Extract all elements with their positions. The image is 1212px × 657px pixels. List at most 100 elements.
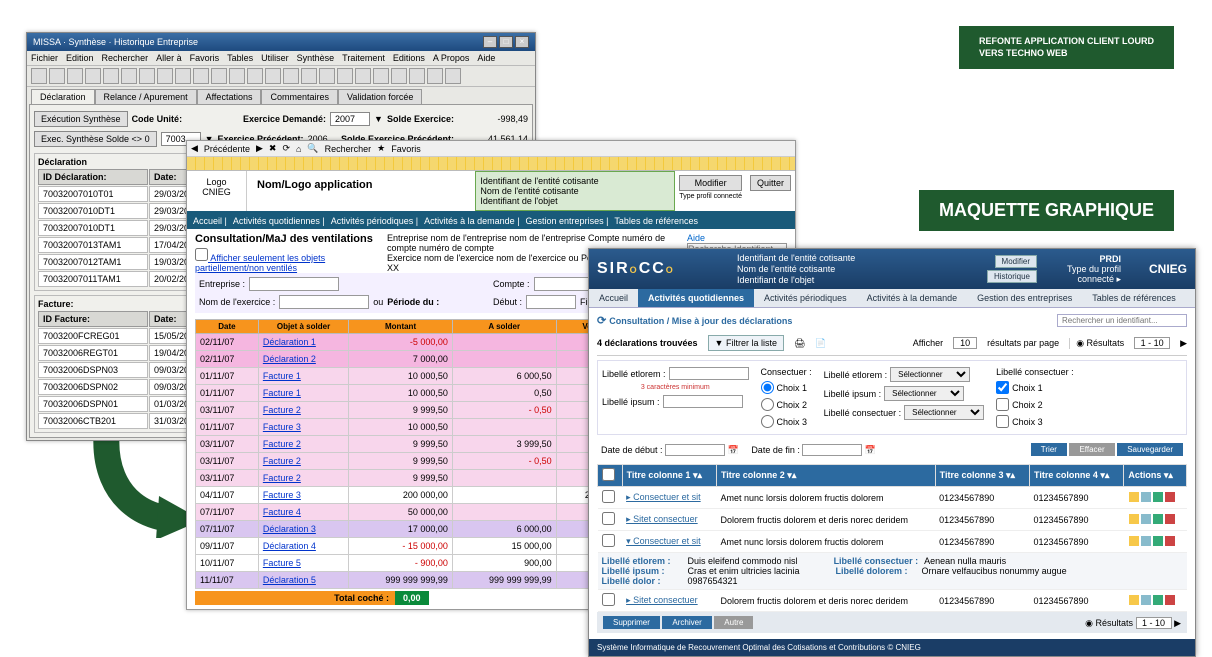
filter-checkbox[interactable]	[195, 248, 208, 261]
tab[interactable]: Validation forcée	[338, 89, 422, 104]
results-range-input[interactable]	[1136, 617, 1172, 629]
toolbar-button[interactable]	[301, 68, 317, 84]
toolbar-button[interactable]	[193, 68, 209, 84]
toolbar-button[interactable]	[445, 68, 461, 84]
search-label[interactable]: Rechercher	[325, 144, 372, 154]
ok-icon[interactable]	[1153, 492, 1163, 502]
modifier-button[interactable]: Modifier	[995, 255, 1037, 268]
edit-icon[interactable]	[1129, 492, 1139, 502]
exec-synthese-button[interactable]: Exécution Synthèse	[34, 111, 128, 127]
row-checkbox[interactable]	[602, 490, 615, 503]
export-icon[interactable]: 📄	[815, 338, 826, 349]
trier-button[interactable]: Trier	[1031, 443, 1067, 456]
toolbar-button[interactable]	[31, 68, 47, 84]
archiver-button[interactable]: Archiver	[662, 616, 711, 629]
toolbar-button[interactable]	[373, 68, 389, 84]
minimize-button[interactable]: –	[483, 36, 497, 48]
col-header[interactable]: Titre colonne 4 ▾▴	[1030, 465, 1124, 487]
menu-item[interactable]: A Propos	[433, 53, 470, 63]
ipsum-input[interactable]	[663, 395, 743, 408]
nav-item[interactable]: Tables de références	[1082, 289, 1186, 307]
nav-item[interactable]: Activités quotidiennes |	[233, 216, 325, 226]
tab[interactable]: Relance / Apurement	[95, 89, 197, 104]
nav-item[interactable]: Activités périodiques |	[331, 216, 418, 226]
menu-item[interactable]: Fichier	[31, 53, 58, 63]
historique-button[interactable]: Historique	[987, 270, 1037, 283]
choix1-radio[interactable]	[761, 381, 774, 394]
calendar-icon[interactable]: 📅	[728, 445, 739, 455]
toolbar-button[interactable]	[265, 68, 281, 84]
entreprise-input[interactable]	[249, 277, 339, 291]
toolbar-button[interactable]	[391, 68, 407, 84]
search-ident-input[interactable]	[1057, 314, 1187, 327]
row-checkbox[interactable]	[602, 534, 615, 547]
menu-item[interactable]: Tables	[227, 53, 253, 63]
col-header[interactable]: Montant	[349, 320, 453, 334]
toolbar-button[interactable]	[139, 68, 155, 84]
tab[interactable]: Commentaires	[261, 89, 338, 104]
date-fin-input[interactable]	[802, 444, 862, 456]
back-label[interactable]: Précédente	[204, 144, 250, 154]
nav-item[interactable]: Tables de références	[614, 216, 698, 226]
chk-choix1[interactable]	[996, 381, 1009, 394]
ok-icon[interactable]	[1153, 595, 1163, 605]
ipsum-select[interactable]: Sélectionner	[884, 386, 964, 401]
autre-button[interactable]: Autre	[714, 616, 753, 629]
sauvegarder-button[interactable]: Sauvegarder	[1117, 443, 1183, 456]
menu-item[interactable]: Edition	[66, 53, 94, 63]
toolbar-button[interactable]	[229, 68, 245, 84]
menu-item[interactable]: Rechercher	[102, 53, 149, 63]
toolbar-button[interactable]	[103, 68, 119, 84]
date-debut-input[interactable]	[665, 444, 725, 456]
toolbar-button[interactable]	[319, 68, 335, 84]
modifier-button[interactable]: Modifier	[679, 175, 742, 191]
maximize-button[interactable]: □	[499, 36, 513, 48]
col-header[interactable]: Objet à solder	[258, 320, 348, 334]
delete-icon[interactable]	[1165, 536, 1175, 546]
menu-item[interactable]: Utiliser	[261, 53, 289, 63]
col-header[interactable]: Actions ▾▴	[1124, 465, 1187, 487]
nav-item[interactable]: Accueil	[589, 289, 638, 307]
etlorem-select[interactable]: Sélectionner	[890, 367, 970, 382]
copy-icon[interactable]	[1141, 514, 1151, 524]
consectuer-select[interactable]: Sélectionner	[904, 405, 984, 420]
menu-item[interactable]: Editions	[393, 53, 425, 63]
print-icon[interactable]: 🖨	[794, 338, 805, 349]
toolbar-button[interactable]	[49, 68, 65, 84]
col-header[interactable]	[598, 465, 623, 487]
profil-label[interactable]: Type du profil connecté ▸	[1043, 264, 1121, 285]
toolbar-button[interactable]	[337, 68, 353, 84]
col1-link[interactable]: ▾ Consectuer et sit	[622, 531, 716, 553]
stop-icon[interactable]: ✖	[269, 143, 277, 154]
home-icon[interactable]: ⌂	[296, 144, 301, 154]
exercice-input[interactable]	[279, 295, 369, 309]
etlorem-input[interactable]	[669, 367, 749, 380]
exercice-demande-field[interactable]: 2007	[330, 112, 370, 126]
col-header[interactable]: Titre colonne 2 ▾▴	[716, 465, 935, 487]
col-header[interactable]: Date	[196, 320, 259, 334]
row-checkbox[interactable]	[602, 593, 615, 606]
col1-link[interactable]: ▸ Sitet consectuer	[622, 590, 716, 612]
back-icon[interactable]: ◀	[191, 143, 198, 154]
filter-list-button[interactable]: ▼ Filtrer la liste	[708, 335, 784, 351]
nav-item[interactable]: Activités périodiques	[754, 289, 857, 307]
col-header[interactable]: Titre colonne 1 ▾▴	[622, 465, 716, 487]
results-range-input[interactable]	[1134, 337, 1170, 349]
chk-choix3[interactable]	[996, 415, 1009, 428]
copy-icon[interactable]	[1141, 595, 1151, 605]
nav-item[interactable]: Gestion des entreprises	[967, 289, 1082, 307]
copy-icon[interactable]	[1141, 492, 1151, 502]
menu-item[interactable]: Aide	[477, 53, 495, 63]
col-header[interactable]: A solder	[452, 320, 556, 334]
chk-choix2[interactable]	[996, 398, 1009, 411]
col1-link[interactable]: ▸ Sitet consectuer	[622, 509, 716, 531]
tab[interactable]: Affectations	[197, 89, 262, 104]
debut-input[interactable]	[526, 295, 576, 309]
favorites-label[interactable]: Favoris	[391, 144, 421, 154]
toolbar-button[interactable]	[409, 68, 425, 84]
effacer-button[interactable]: Effacer	[1069, 443, 1114, 456]
ok-icon[interactable]	[1153, 536, 1163, 546]
toolbar-button[interactable]	[283, 68, 299, 84]
toolbar-button[interactable]	[247, 68, 263, 84]
supprimer-button[interactable]: Supprimer	[603, 616, 660, 629]
